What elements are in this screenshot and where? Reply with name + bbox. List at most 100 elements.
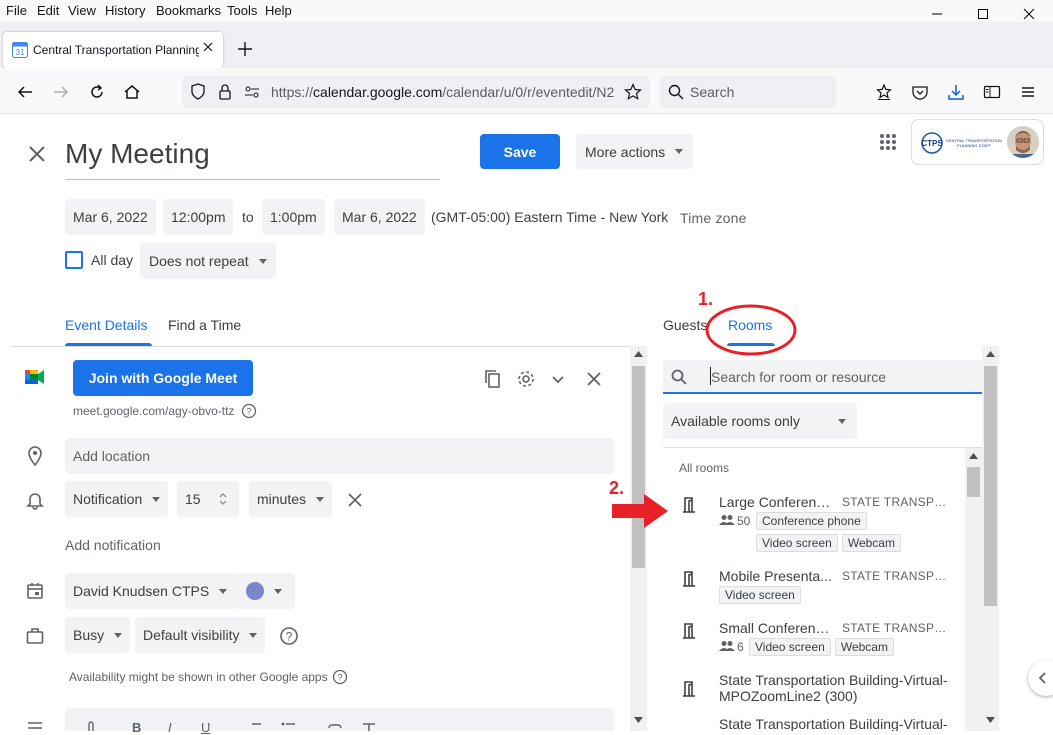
scroll-up-icon[interactable] bbox=[634, 351, 643, 357]
to-label: to bbox=[242, 209, 254, 225]
join-meet-button[interactable]: Join with Google Meet bbox=[73, 360, 253, 396]
room-filter-dropdown[interactable]: Available rooms only bbox=[663, 403, 857, 439]
end-date-field[interactable]: Mar 6, 2022 bbox=[334, 199, 425, 235]
hamburger-menu-icon[interactable] bbox=[1018, 82, 1038, 102]
calendar-owner-label: David Knudsen CTPS bbox=[73, 583, 210, 599]
reload-icon[interactable] bbox=[87, 82, 107, 102]
tab-event-details[interactable]: Event Details bbox=[65, 317, 147, 333]
notification-value-stepper[interactable]: 15 bbox=[177, 481, 239, 517]
meet-link[interactable]: meet.google.com/agy-obvo-ttz bbox=[73, 404, 234, 418]
timezone-link[interactable]: Time zone bbox=[680, 210, 747, 226]
start-date-field[interactable]: Mar 6, 2022 bbox=[65, 199, 156, 235]
clear-formatting-icon[interactable] bbox=[361, 722, 377, 731]
apps-grid-icon[interactable] bbox=[870, 125, 906, 161]
url-bar[interactable]: https://calendar.google.com/calendar/u/0… bbox=[182, 76, 650, 108]
permissions-icon[interactable] bbox=[244, 84, 260, 100]
room-item[interactable]: State Transportation Building-Virtual- bbox=[663, 716, 969, 731]
scroll-down-icon[interactable] bbox=[986, 717, 995, 723]
end-time-field[interactable]: 1:00pm bbox=[262, 199, 325, 235]
home-icon[interactable] bbox=[122, 82, 142, 102]
account-switcher[interactable]: CTPS CENTRAL TRANSPORTATION PLANNING STAFF bbox=[911, 119, 1044, 165]
tab-guests[interactable]: Guests bbox=[663, 317, 707, 333]
right-panel-scrollbar[interactable] bbox=[982, 346, 999, 731]
more-actions-button[interactable]: More actions bbox=[576, 134, 694, 169]
scroll-down-icon[interactable] bbox=[634, 717, 643, 723]
notification-unit-dropdown[interactable]: minutes bbox=[249, 481, 333, 517]
remove-meet-icon[interactable] bbox=[585, 370, 603, 388]
svg-text:31: 31 bbox=[16, 48, 25, 57]
side-panel-toggle[interactable] bbox=[1028, 660, 1053, 696]
copy-icon[interactable] bbox=[483, 369, 503, 389]
bookmark-star-icon[interactable] bbox=[624, 83, 642, 101]
new-tab-icon[interactable] bbox=[236, 40, 254, 58]
start-time-field[interactable]: 12:00pm bbox=[163, 199, 234, 235]
menu-tools[interactable]: Tools bbox=[227, 3, 257, 18]
pocket-icon[interactable] bbox=[910, 82, 930, 102]
browser-search-box[interactable]: Search bbox=[660, 76, 836, 108]
event-color-dropdown[interactable] bbox=[235, 573, 295, 609]
numbered-list-icon[interactable] bbox=[247, 722, 261, 731]
extensions-star-icon[interactable] bbox=[874, 82, 894, 102]
details-scroll-thumb[interactable] bbox=[632, 366, 645, 568]
door-icon bbox=[681, 680, 697, 698]
chevron-down-icon bbox=[258, 258, 267, 264]
link-icon[interactable] bbox=[327, 722, 343, 731]
menu-view[interactable]: View bbox=[68, 3, 96, 18]
tab-close-icon[interactable] bbox=[203, 42, 213, 52]
menu-edit[interactable]: Edit bbox=[37, 3, 59, 18]
add-notification-link[interactable]: Add notification bbox=[65, 537, 161, 553]
busy-status-dropdown[interactable]: Busy bbox=[65, 617, 131, 653]
visibility-help-icon[interactable]: ? bbox=[279, 626, 299, 646]
downloads-icon[interactable] bbox=[946, 82, 966, 102]
chevron-down-icon bbox=[219, 588, 228, 594]
timezone-label[interactable]: (GMT-05:00) Eastern Time - New York bbox=[431, 209, 668, 225]
scroll-up-icon[interactable] bbox=[969, 453, 978, 459]
close-editor-icon[interactable] bbox=[27, 144, 47, 164]
browser-tab[interactable]: 31 Central Transportation Planning bbox=[3, 32, 223, 68]
tab-find-time[interactable]: Find a Time bbox=[168, 317, 241, 333]
details-scrollbar[interactable] bbox=[630, 346, 647, 731]
avatar[interactable] bbox=[1007, 126, 1039, 158]
room-item[interactable]: Small Conferenc... STATE TRANSPOR... 6 V… bbox=[663, 620, 969, 660]
attachment-icon[interactable] bbox=[85, 720, 97, 731]
help-icon[interactable]: ? bbox=[241, 403, 257, 419]
rooms-list-scrollbar[interactable] bbox=[965, 448, 982, 731]
feature-chip: Video screen bbox=[756, 534, 838, 552]
forward-icon[interactable] bbox=[51, 82, 71, 102]
visibility-dropdown[interactable]: Default visibility bbox=[135, 617, 266, 653]
menu-file[interactable]: File bbox=[6, 3, 27, 18]
back-icon[interactable] bbox=[15, 82, 35, 102]
scroll-up-icon[interactable] bbox=[986, 351, 995, 357]
event-title-input[interactable]: My Meeting bbox=[65, 138, 210, 170]
shield-icon[interactable] bbox=[190, 83, 206, 101]
save-button[interactable]: Save bbox=[480, 134, 560, 169]
menu-history[interactable]: History bbox=[105, 3, 145, 18]
italic-icon[interactable]: I bbox=[168, 720, 172, 735]
lock-icon[interactable] bbox=[218, 83, 232, 101]
room-item[interactable]: Large Conferenc... STATE TRANSPOR... 50 … bbox=[663, 494, 969, 556]
all-day-checkbox[interactable] bbox=[65, 251, 83, 269]
right-panel-scroll-thumb[interactable] bbox=[984, 366, 997, 606]
availability-help-icon[interactable]: ? bbox=[332, 669, 348, 685]
underline-icon[interactable]: U bbox=[201, 720, 210, 735]
remove-notification-icon[interactable] bbox=[347, 492, 363, 508]
room-item[interactable]: Mobile Presenta... STATE TRANSPOR... Vid… bbox=[663, 568, 969, 608]
briefcase-icon bbox=[26, 627, 44, 645]
bold-icon[interactable]: B bbox=[132, 720, 141, 735]
url-text[interactable]: https://calendar.google.com/calendar/u/0… bbox=[271, 84, 617, 100]
stepper-arrows-icon[interactable] bbox=[218, 490, 228, 508]
calendar-owner-dropdown[interactable]: David Knudsen CTPS bbox=[65, 573, 236, 609]
location-input[interactable]: Add location bbox=[65, 438, 614, 474]
menu-help[interactable]: Help bbox=[265, 3, 292, 18]
sidebar-icon[interactable] bbox=[982, 82, 1002, 102]
menu-bookmarks[interactable]: Bookmarks bbox=[156, 3, 221, 18]
description-toolbar[interactable]: B I U bbox=[65, 708, 614, 735]
rooms-list-scroll-thumb[interactable] bbox=[967, 467, 980, 497]
repeat-dropdown[interactable]: Does not repeat bbox=[140, 243, 276, 279]
room-item[interactable]: State Transportation Building-Virtual- M… bbox=[663, 672, 969, 708]
room-search-input[interactable]: Search for room or resource bbox=[663, 360, 982, 394]
chevron-down-icon[interactable] bbox=[550, 371, 566, 387]
bulleted-list-icon[interactable] bbox=[281, 722, 295, 731]
settings-gear-icon[interactable] bbox=[516, 369, 536, 389]
notification-type-dropdown[interactable]: Notification bbox=[65, 481, 169, 517]
